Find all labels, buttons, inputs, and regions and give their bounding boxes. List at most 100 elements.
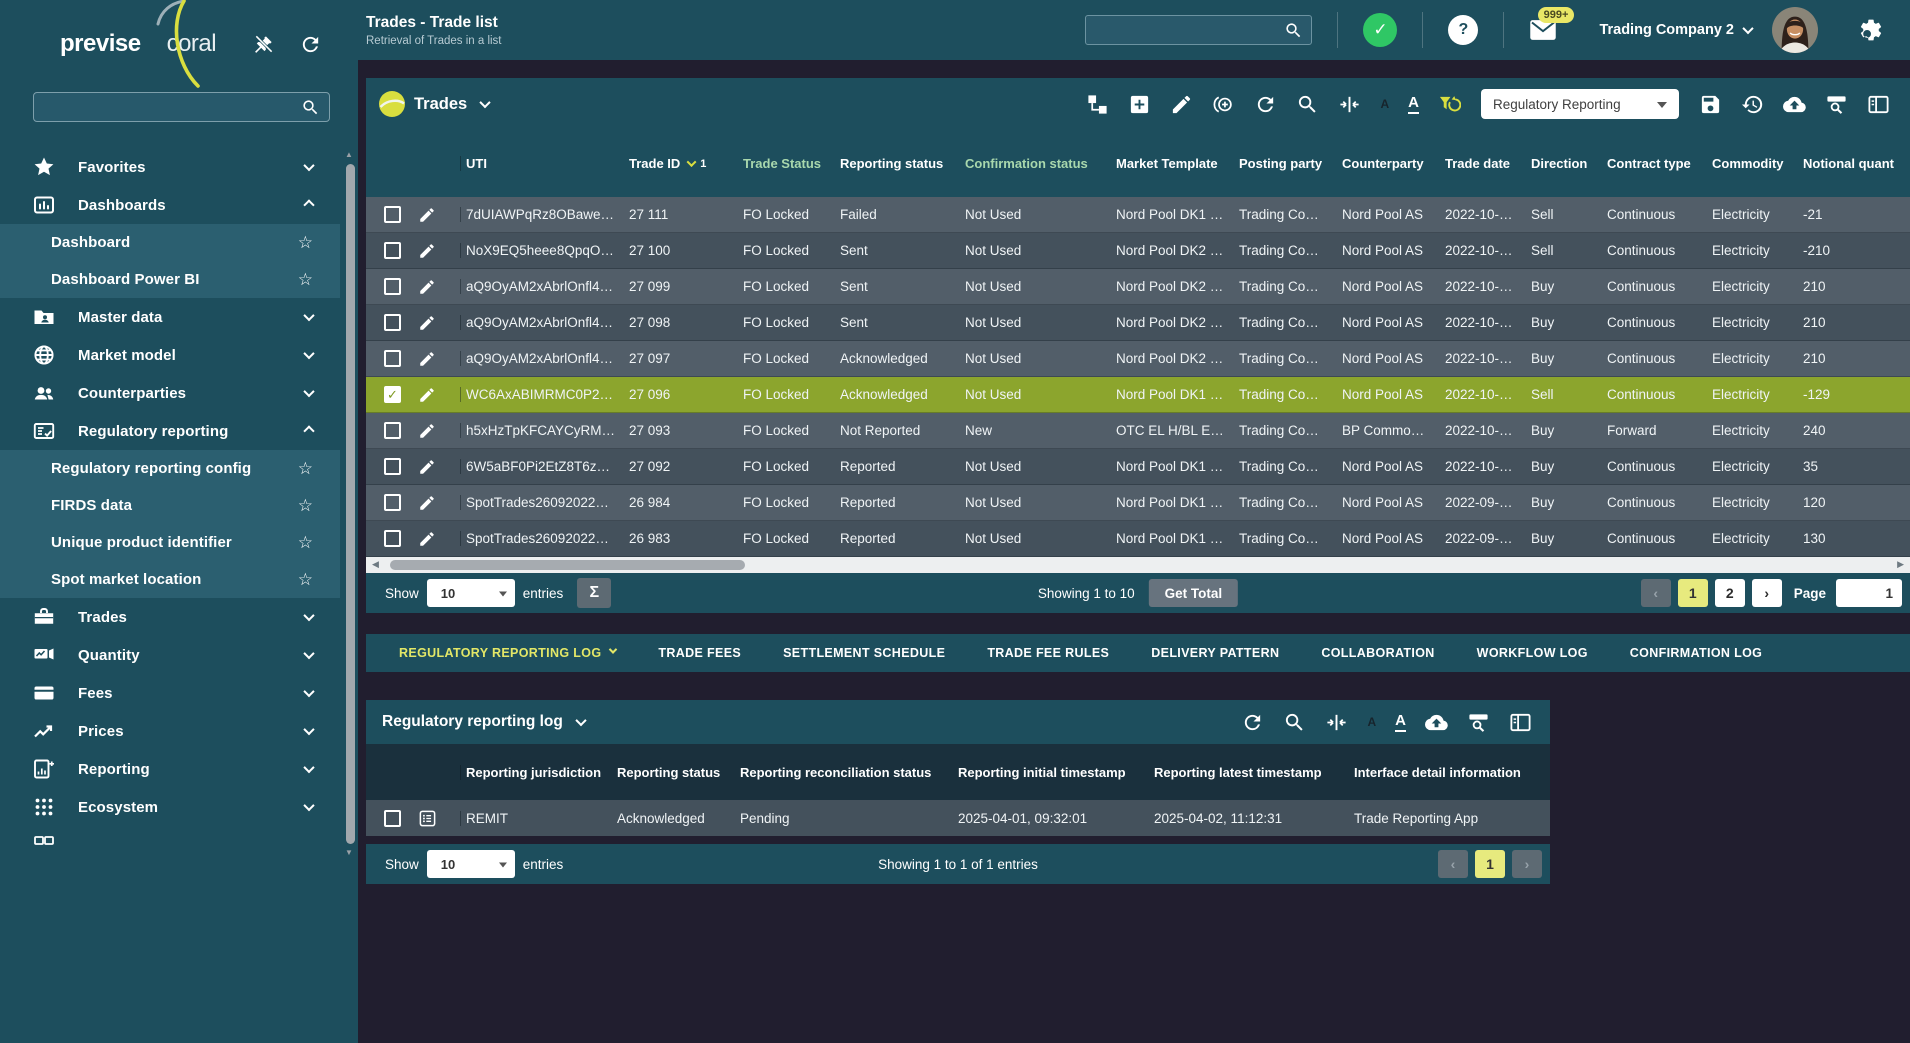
search-icon[interactable] [1296, 93, 1319, 116]
search-icon[interactable] [1284, 21, 1303, 40]
column-header-notional[interactable]: Notional quant [1803, 156, 1910, 171]
tab-trade-fees[interactable]: TRADE FEES [637, 634, 762, 672]
tab-settlement-schedule[interactable]: SETTLEMENT SCHEDULE [762, 634, 966, 672]
column-search-icon[interactable] [1467, 711, 1490, 734]
pagination-page-1[interactable]: 1 [1678, 579, 1708, 607]
column-header-commodity[interactable]: Commodity [1712, 156, 1803, 171]
row-checkbox[interactable] [384, 350, 401, 367]
column-header-initial_timestamp[interactable]: Reporting initial timestamp [958, 765, 1154, 780]
favorite-star-icon[interactable]: ☆ [298, 270, 313, 290]
sidebar-item[interactable]: Fees [0, 674, 340, 712]
filter-reset-icon[interactable] [1438, 93, 1461, 116]
edit-icon[interactable] [418, 350, 436, 368]
column-header-confirmation_status[interactable]: Confirmation status [965, 156, 1116, 171]
table-row[interactable]: REMITAcknowledgedPending2025-04-01, 09:3… [366, 800, 1550, 836]
row-checkbox[interactable] [384, 314, 401, 331]
edit-icon[interactable] [418, 206, 436, 224]
favorite-star-icon[interactable]: ☆ [298, 533, 313, 553]
edit-icon[interactable] [418, 314, 436, 332]
sidebar-item[interactable]: Dashboards [0, 186, 340, 224]
horizontal-scrollbar[interactable]: ◀ ▶ [366, 557, 1910, 573]
sidebar-item[interactable]: Ecosystem [0, 788, 340, 826]
pagination-page-2[interactable]: 2 [1715, 579, 1745, 607]
hierarchy-icon[interactable] [1086, 93, 1109, 116]
refresh-icon[interactable] [1241, 711, 1264, 734]
sidebar-item[interactable]: Unique product identifier☆ [0, 524, 340, 561]
column-header-uti[interactable]: UTI [460, 156, 629, 171]
row-checkbox[interactable] [384, 530, 401, 547]
sidebar-scrollbar[interactable]: ▲ ▼ [344, 150, 357, 858]
font-size-icon[interactable]: A [1395, 712, 1406, 732]
row-checkbox[interactable] [384, 422, 401, 439]
page-input[interactable] [1836, 579, 1902, 607]
row-checkbox[interactable] [384, 242, 401, 259]
font-size-icon[interactable]: A [1408, 94, 1419, 114]
sidebar-item[interactable]: Spot market location☆ [0, 561, 340, 598]
sidebar-item[interactable]: Favorites [0, 148, 340, 186]
scroll-left-icon[interactable]: ◀ [372, 559, 379, 570]
column-header-posting_party[interactable]: Posting party [1239, 156, 1342, 171]
tab-confirmation-log[interactable]: CONFIRMATION LOG [1609, 634, 1783, 672]
column-header-interface[interactable]: Interface detail information [1354, 765, 1550, 780]
cloud-upload-icon[interactable] [1425, 711, 1448, 734]
favorite-star-icon[interactable]: ☆ [298, 233, 313, 253]
table-row[interactable]: SpotTrades26092022…26 983FO LockedReport… [366, 521, 1910, 557]
collapse-columns-icon[interactable] [1325, 711, 1348, 734]
get-total-button[interactable]: Get Total [1149, 579, 1239, 607]
row-checkbox[interactable] [384, 278, 401, 295]
edit-icon[interactable] [418, 422, 436, 440]
account-menu[interactable]: Trading Company 2 [1599, 22, 1752, 38]
sidebar-item[interactable]: Dashboard☆ [0, 224, 340, 261]
pagination-page-1[interactable]: 1 [1475, 850, 1505, 878]
tab-delivery-pattern[interactable]: DELIVERY PATTERN [1130, 634, 1300, 672]
global-search-input[interactable] [1094, 23, 1284, 38]
table-row[interactable]: aQ9OyAM2xAbrlOnfl4…27 098FO LockedSentNo… [366, 305, 1910, 341]
view-selector[interactable]: Regulatory Reporting [1481, 89, 1679, 119]
column-header-trade_status[interactable]: Trade Status [743, 156, 840, 171]
tab-collaboration[interactable]: COLLABORATION [1300, 634, 1455, 672]
sidebar-search-input[interactable] [43, 100, 301, 115]
edit-icon[interactable] [418, 494, 436, 512]
pagination-next[interactable]: › [1512, 850, 1542, 878]
history-icon[interactable] [1741, 93, 1764, 116]
app-logo[interactable]: previse coral [60, 30, 216, 58]
settings-gear-icon[interactable] [1858, 17, 1884, 43]
status-check-icon[interactable]: ✓ [1363, 13, 1397, 47]
column-search-icon[interactable] [1825, 93, 1848, 116]
layout-icon[interactable] [1867, 93, 1890, 116]
sidebar-item[interactable]: Counterparties [0, 374, 340, 412]
avatar[interactable] [1772, 7, 1818, 53]
scroll-down-icon[interactable]: ▼ [345, 848, 353, 858]
mail-icon[interactable]: 999+ [1529, 19, 1557, 41]
search-icon[interactable] [1283, 711, 1306, 734]
refresh-icon[interactable] [1254, 93, 1277, 116]
column-header-trade_date[interactable]: Trade date [1445, 156, 1531, 171]
favorite-star-icon[interactable]: ☆ [298, 459, 313, 479]
row-checkbox[interactable] [384, 206, 401, 223]
column-header-direction[interactable]: Direction [1531, 156, 1607, 171]
edit-icon[interactable] [418, 530, 436, 548]
sidebar-item[interactable]: Reporting [0, 750, 340, 788]
page-size-select[interactable]: 10 [427, 579, 515, 607]
sidebar-item[interactable]: Regulatory reporting [0, 412, 340, 450]
sidebar-item[interactable]: Regulatory reporting config☆ [0, 450, 340, 487]
tab-regulatory-reporting-log[interactable]: REGULATORY REPORTING LOG [378, 634, 637, 672]
column-header-counterparty[interactable]: Counterparty [1342, 156, 1445, 171]
sidebar-item[interactable]: Market model [0, 336, 340, 374]
horizontal-scrollbar-thumb[interactable] [390, 560, 745, 570]
scroll-right-icon[interactable]: ▶ [1897, 559, 1904, 570]
table-row[interactable]: SpotTrades26092022…26 984FO LockedReport… [366, 485, 1910, 521]
listbox-icon[interactable] [418, 809, 437, 828]
pagination-prev[interactable]: ‹ [1438, 850, 1468, 878]
help-icon[interactable]: ? [1448, 15, 1478, 45]
collapse-columns-icon[interactable] [1338, 93, 1361, 116]
row-checkbox[interactable] [384, 458, 401, 475]
row-checkbox[interactable]: ✓ [384, 386, 401, 403]
scroll-up-icon[interactable]: ▲ [345, 150, 353, 160]
chevron-down-icon[interactable] [575, 715, 586, 726]
column-header-reporting_status[interactable]: Reporting status [840, 156, 965, 171]
column-header-reconciliation[interactable]: Reporting reconciliation status [740, 765, 958, 780]
edit-icon[interactable] [418, 278, 436, 296]
column-header-status[interactable]: Reporting status [617, 765, 740, 780]
edit-icon[interactable] [1170, 93, 1193, 116]
